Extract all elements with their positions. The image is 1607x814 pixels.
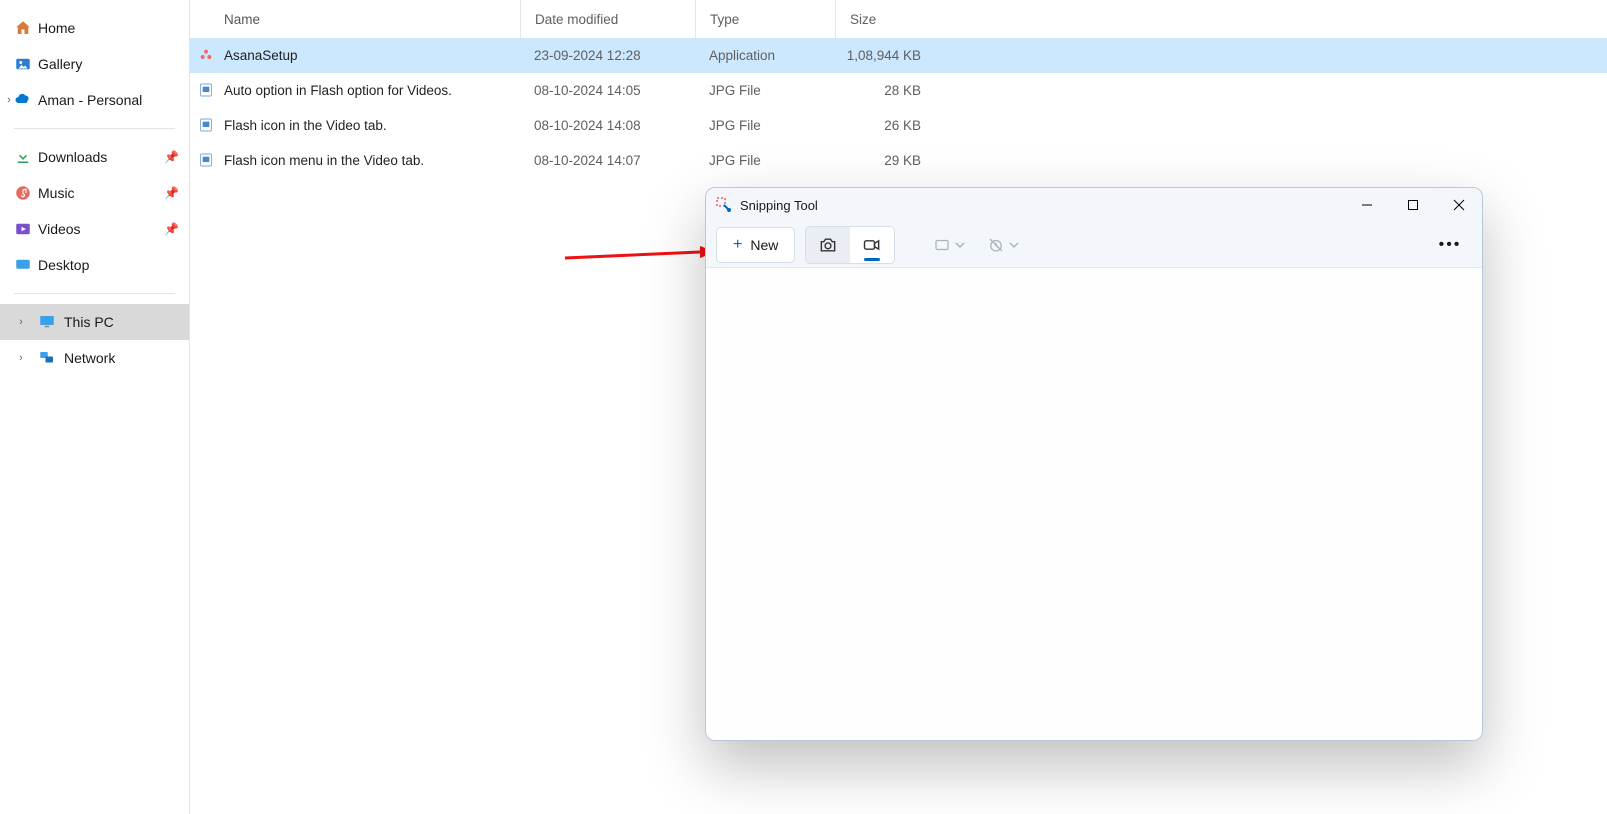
file-size: 29 KB: [835, 153, 935, 168]
sidebar-item-music[interactable]: Music 📌: [0, 175, 189, 211]
delay-dropdown[interactable]: [981, 227, 1025, 263]
chevron-down-icon: [955, 240, 965, 250]
column-header-row: ⌃ Name Date modified Type Size: [190, 0, 1607, 38]
chevron-right-icon: ›: [14, 316, 28, 328]
snapshot-mode-button[interactable]: [806, 227, 850, 263]
file-name: Auto option in Flash option for Videos.: [224, 83, 452, 98]
download-icon: [14, 148, 32, 166]
column-header-date[interactable]: Date modified: [520, 0, 695, 38]
sidebar-item-network[interactable]: › Network: [0, 340, 189, 376]
file-date: 23-09-2024 12:28: [520, 48, 695, 63]
file-type-icon: [198, 117, 216, 135]
network-icon: [38, 349, 56, 367]
camera-icon: [818, 235, 838, 255]
window-titlebar[interactable]: Snipping Tool: [706, 188, 1482, 222]
snipping-toolbar: + New •••: [706, 222, 1482, 268]
file-type: JPG File: [695, 153, 835, 168]
file-type: Application: [695, 48, 835, 63]
chevron-down-icon: [1009, 240, 1019, 250]
no-delay-icon: [987, 236, 1005, 254]
file-name: Flash icon menu in the Video tab.: [224, 153, 424, 168]
music-icon: [14, 184, 32, 202]
rectangle-icon: [933, 236, 951, 254]
file-type: JPG File: [695, 118, 835, 133]
pin-icon: 📌: [164, 186, 179, 200]
file-name: AsanaSetup: [224, 48, 298, 63]
new-button-label: New: [750, 237, 778, 253]
snip-shape-dropdown[interactable]: [927, 227, 971, 263]
file-size: 26 KB: [835, 118, 935, 133]
sidebar-item-label: This PC: [64, 314, 114, 330]
file-type: JPG File: [695, 83, 835, 98]
file-type-icon: [198, 82, 216, 100]
minimize-button[interactable]: [1344, 188, 1390, 222]
file-row[interactable]: Auto option in Flash option for Videos. 0…: [190, 73, 1607, 108]
snipping-tool-icon: [716, 197, 732, 213]
sidebar-item-downloads[interactable]: Downloads 📌: [0, 139, 189, 175]
file-type-icon: [198, 152, 216, 170]
videos-icon: [14, 220, 32, 238]
column-header-type[interactable]: Type: [695, 0, 835, 38]
file-date: 08-10-2024 14:07: [520, 153, 695, 168]
file-name: Flash icon in the Video tab.: [224, 118, 387, 133]
sidebar-item-label: Videos: [38, 221, 81, 237]
more-options-button[interactable]: •••: [1430, 227, 1470, 263]
sidebar-item-label: Home: [38, 20, 75, 36]
gallery-icon: [14, 55, 32, 73]
pin-icon: 📌: [164, 222, 179, 236]
sidebar-item-videos[interactable]: Videos 📌: [0, 211, 189, 247]
divider: [14, 128, 175, 129]
plus-icon: +: [733, 236, 742, 254]
sidebar-item-home[interactable]: Home: [0, 10, 189, 46]
snipping-canvas: [706, 268, 1482, 740]
sidebar-item-this-pc[interactable]: › This PC: [0, 304, 189, 340]
sidebar-item-label: Music: [38, 185, 75, 201]
file-row[interactable]: Flash icon menu in the Video tab. 08-10-2…: [190, 143, 1607, 178]
mode-segmented-control: [805, 226, 895, 264]
sidebar-item-label: Aman - Personal: [38, 92, 142, 108]
file-date: 08-10-2024 14:05: [520, 83, 695, 98]
snipping-tool-window: Snipping Tool + New: [705, 187, 1483, 741]
sidebar: Home Gallery › Aman - Personal Downloads…: [0, 0, 190, 814]
close-button[interactable]: [1436, 188, 1482, 222]
ellipsis-icon: •••: [1439, 236, 1462, 254]
file-size: 28 KB: [835, 83, 935, 98]
sidebar-item-label: Desktop: [38, 257, 89, 273]
new-snip-button[interactable]: + New: [716, 227, 795, 263]
window-title: Snipping Tool: [740, 198, 818, 213]
file-date: 08-10-2024 14:08: [520, 118, 695, 133]
sidebar-item-gallery[interactable]: Gallery: [0, 46, 189, 82]
sidebar-item-desktop[interactable]: Desktop: [0, 247, 189, 283]
video-camera-icon: [862, 235, 882, 255]
sidebar-item-label: Network: [64, 350, 115, 366]
this-pc-icon: [38, 313, 56, 331]
file-size: 1,08,944 KB: [835, 48, 935, 63]
onedrive-icon: [14, 91, 32, 109]
home-icon: [14, 19, 32, 37]
file-row[interactable]: Flash icon in the Video tab. 08-10-2024 1…: [190, 108, 1607, 143]
file-row[interactable]: AsanaSetup 23-09-2024 12:28Application1,0…: [190, 38, 1607, 73]
sidebar-item-personal[interactable]: › Aman - Personal: [0, 82, 189, 118]
record-mode-button[interactable]: [850, 227, 894, 263]
pin-icon: 📌: [164, 150, 179, 164]
file-type-icon: [198, 47, 216, 65]
sidebar-item-label: Downloads: [38, 149, 107, 165]
divider: [14, 293, 175, 294]
desktop-icon: [14, 256, 32, 274]
chevron-right-icon: ›: [14, 352, 28, 364]
maximize-button[interactable]: [1390, 188, 1436, 222]
column-header-name[interactable]: Name: [190, 12, 520, 27]
sidebar-item-label: Gallery: [38, 56, 82, 72]
